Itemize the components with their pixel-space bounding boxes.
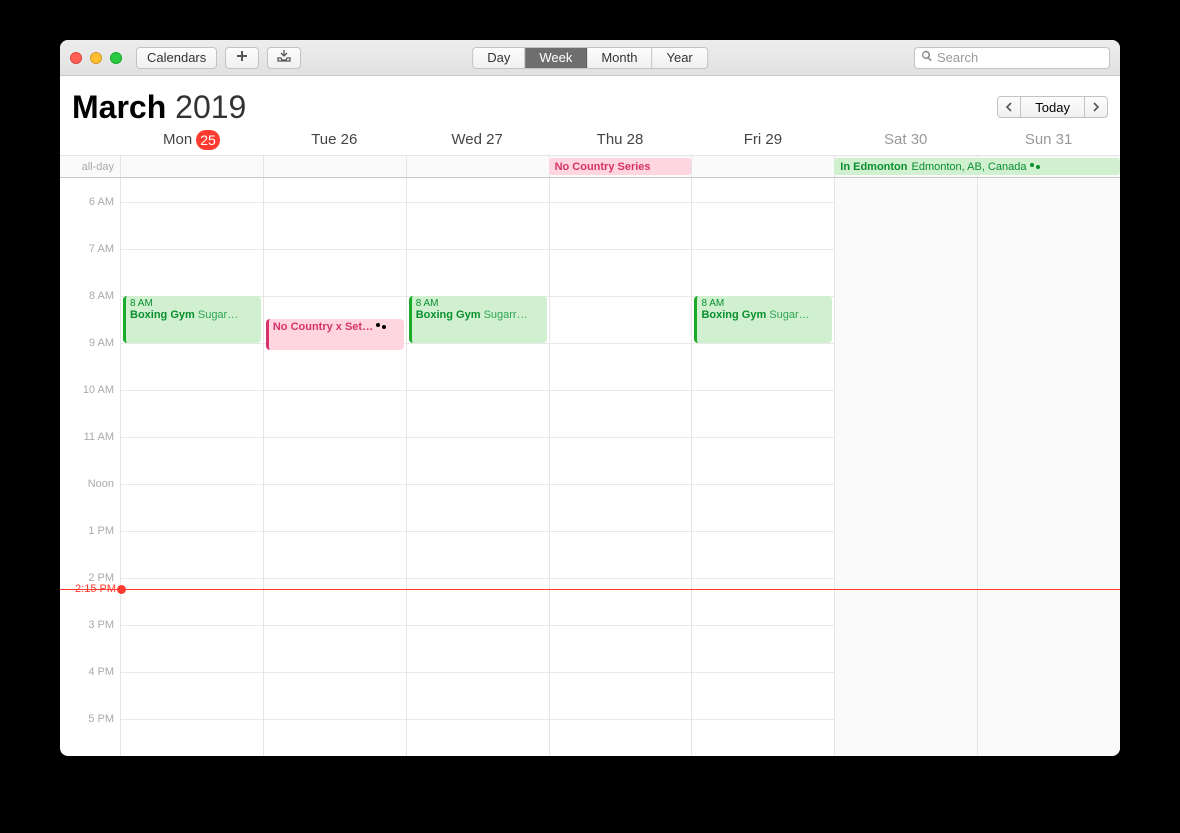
nav-controls: Today [997,96,1108,118]
day-header[interactable]: Thu 28 [549,124,692,155]
day-columns: 8 AMBoxing Gym Sugar…No Country x Set… 8… [120,178,1120,756]
day-headers: Mon 25Tue 26Wed 27Thu 28Fri 29Sat 30Sun … [60,124,1120,156]
prev-week-button[interactable] [997,96,1021,118]
view-segmented-control: Day Week Month Year [472,47,708,69]
view-day-button[interactable]: Day [473,48,525,68]
time-label: 8 AM [89,290,114,302]
allday-event[interactable]: No Country Series [549,158,692,175]
add-event-button[interactable] [225,47,259,69]
time-label: 7 AM [89,243,114,255]
time-label: 1 PM [88,525,114,537]
calendar-window: Calendars Day Week Month Year March 201 [60,40,1120,756]
calendar-event[interactable]: 8 AMBoxing Gym Sugarr… [409,296,547,343]
page-title: March 2019 [72,89,246,126]
chevron-right-icon [1092,100,1100,115]
traffic-lights [70,52,122,64]
time-label: 4 PM [88,666,114,678]
calendar-event[interactable]: 8 AMBoxing Gym Sugar… [123,296,261,343]
time-label: 6 AM [89,196,114,208]
minimize-window-button[interactable] [90,52,102,64]
day-column[interactable]: 8 AMBoxing Gym Sugarr… [406,178,549,756]
search-input[interactable] [937,50,1113,65]
day-column[interactable]: 8 AMBoxing Gym Sugar… [120,178,263,756]
view-month-button[interactable]: Month [587,48,652,68]
next-week-button[interactable] [1084,96,1108,118]
day-header[interactable]: Tue 26 [263,124,406,155]
people-icon [1030,163,1040,171]
zoom-window-button[interactable] [110,52,122,64]
allday-cell[interactable] [406,156,549,177]
chevron-left-icon [1005,100,1013,115]
header-row: March 2019 Today [60,76,1120,124]
inbox-icon [277,50,291,65]
inbox-button[interactable] [267,47,301,69]
day-header[interactable]: Fri 29 [691,124,834,155]
day-header[interactable]: Sun 31 [977,124,1120,155]
allday-cell[interactable] [691,156,834,177]
day-column[interactable]: No Country x Set… [263,178,406,756]
day-column[interactable] [834,178,977,756]
allday-cell[interactable] [120,156,263,177]
day-column[interactable] [549,178,692,756]
allday-cells: No Country Series In Edmonton Edmonton, A… [120,156,1120,177]
search-field[interactable] [914,47,1110,69]
view-week-button[interactable]: Week [525,48,587,68]
toolbar: Calendars Day Week Month Year [60,40,1120,76]
time-label: 3 PM [88,619,114,631]
allday-row: all-day No Country Series In Edmonton Edm… [60,156,1120,178]
allday-cell[interactable] [263,156,406,177]
time-label: 5 PM [88,713,114,725]
today-button[interactable]: Today [1021,96,1084,118]
time-label: 2 PM [88,572,114,584]
calendar-event[interactable]: No Country x Set… [266,319,404,350]
day-column[interactable]: 8 AMBoxing Gym Sugar… [691,178,834,756]
time-label: 10 AM [83,384,114,396]
day-header[interactable]: Mon 25 [120,124,263,155]
now-indicator [60,589,1120,590]
calendar-event[interactable]: 8 AMBoxing Gym Sugar… [694,296,832,343]
allday-event[interactable]: In Edmonton Edmonton, AB, Canada [834,158,1120,175]
close-window-button[interactable] [70,52,82,64]
day-header[interactable]: Wed 27 [406,124,549,155]
calendars-button[interactable]: Calendars [136,47,217,69]
time-label: Noon [88,478,114,490]
time-column: 6 AM 7 AM 8 AM 9 AM 10 AM 11 AM Noon 1 PM 2 PM 3 … [60,178,120,756]
allday-label: all-day [60,156,120,177]
plus-icon [236,50,248,65]
week-grid: 6 AM 7 AM 8 AM 9 AM 10 AM 11 AM Noon 1 PM 2 PM 3 … [60,178,1120,756]
day-column[interactable] [977,178,1120,756]
people-icon [376,323,386,331]
day-header[interactable]: Sat 30 [834,124,977,155]
view-year-button[interactable]: Year [652,48,706,68]
time-label: 11 AM [84,431,114,443]
time-label: 9 AM [89,337,114,349]
search-icon [921,49,933,67]
